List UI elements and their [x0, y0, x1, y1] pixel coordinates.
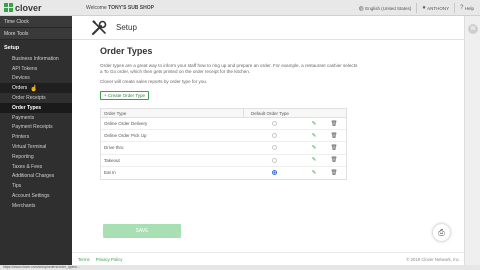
header-title: Setup — [116, 23, 137, 32]
trash-icon[interactable]: 🗑 — [324, 121, 344, 127]
terms-link[interactable]: Terms — [78, 257, 90, 262]
edit-icon[interactable]: ✎ — [304, 121, 324, 127]
logo-text: clover — [15, 2, 42, 13]
trash-icon[interactable]: 🗑 — [324, 145, 344, 151]
sidebar-item-orders[interactable]: Orders ☝ — [0, 83, 72, 94]
sidebar-item-virtual-terminal[interactable]: Virtual Terminal — [0, 142, 72, 152]
divider — [454, 3, 456, 13]
sidebar-item-payment-receipts[interactable]: Payment Receipts — [0, 123, 72, 133]
user-icon: ● — [422, 5, 426, 11]
column-header-order-type: Order Type — [101, 108, 244, 118]
print-icon[interactable]: ⎙ — [433, 224, 450, 241]
edit-icon[interactable]: ✎ — [304, 133, 324, 139]
table-row: Drive thru ✎ 🗑 — [101, 142, 346, 155]
table-row: Online Order Pick Up ✎ 🗑 — [101, 130, 346, 143]
sidebar-item-api-tokens[interactable]: API Tokens — [0, 64, 72, 74]
divider — [416, 3, 418, 13]
sidebar-item-label: Orders — [12, 85, 28, 92]
avatar[interactable]: W — [468, 24, 478, 34]
right-gutter: W — [464, 16, 480, 265]
merchant-name: TONY'S SUB SHOP — [108, 4, 154, 11]
save-button[interactable]: SAVE — [103, 224, 181, 238]
user-menu[interactable]: ANTHONY — [427, 6, 449, 11]
sidebar-item-payments[interactable]: Payments — [0, 113, 72, 123]
sidebar-item-printers[interactable]: Printers — [0, 132, 72, 142]
sidebar-item-devices[interactable]: Devices — [0, 74, 72, 84]
description-sales-reports: Clover will create sales reports by orde… — [100, 79, 208, 84]
create-order-type-button[interactable]: + Create Order Type — [100, 91, 150, 100]
setup-header: Setup — [72, 16, 464, 40]
default-radio[interactable] — [271, 145, 277, 151]
welcome-message: Welcome TONY'S SUB SHOP — [86, 5, 154, 11]
clover-logo[interactable]: clover — [4, 3, 72, 13]
table-row: Eat In ✎ 🗑 — [101, 167, 346, 179]
privacy-policy-link[interactable]: Privacy Policy — [96, 257, 123, 262]
globe-icon: ◍ — [358, 5, 364, 12]
sidebar-item-additional-charges[interactable]: Additional Charges — [0, 172, 72, 182]
order-type-name: Online Order Delivery — [104, 121, 148, 127]
description: Order types are a great way to inform yo… — [100, 63, 358, 74]
order-type-name: Online Order Pick Up — [104, 133, 147, 139]
trash-icon[interactable]: 🗑 — [324, 170, 344, 176]
sidebar-item-merchants[interactable]: Merchants — [0, 201, 72, 211]
order-types-content: Order Types Order types are a great way … — [100, 46, 430, 180]
tools-icon — [90, 19, 108, 37]
help-icon: ? — [460, 5, 464, 11]
trash-icon[interactable]: 🗑 — [324, 157, 344, 163]
order-type-name: Drive thru — [104, 145, 124, 151]
language-selector[interactable]: English (United States) — [365, 6, 411, 11]
sidebar-item-reporting[interactable]: Reporting — [0, 152, 72, 162]
column-header-default: Default Order Type — [251, 110, 289, 116]
welcome-prefix: Welcome — [86, 4, 107, 11]
table-header: Order Type Default Order Type — [101, 108, 346, 118]
sidebar-item-account-settings[interactable]: Account Settings — [0, 191, 72, 201]
copyright: © 2019 Clover Network, Inc. — [406, 256, 460, 262]
clover-logo-icon — [4, 3, 13, 12]
default-radio-selected[interactable] — [271, 170, 277, 176]
main-panel: Setup Order Types Order types are a grea… — [72, 16, 464, 265]
pointer-cursor-icon: ☝ — [30, 85, 38, 92]
table-row: Online Order Delivery ✎ 🗑 — [101, 118, 346, 131]
sidebar-item-time-clock[interactable]: Time Clock — [0, 16, 72, 28]
order-type-name: Eat In — [104, 170, 116, 176]
edit-icon[interactable]: ✎ — [304, 157, 324, 163]
sidebar-item-order-types[interactable]: Order Types — [0, 102, 72, 113]
trash-icon[interactable]: 🗑 — [324, 133, 344, 139]
table-row: Takeout ✎ 🗑 — [101, 155, 346, 167]
edit-icon[interactable]: ✎ — [304, 170, 324, 176]
sidebar-item-business-information[interactable]: Business Information — [0, 54, 72, 64]
top-bar: clover Welcome TONY'S SUB SHOP ◍ English… — [0, 0, 480, 16]
default-radio[interactable] — [271, 157, 277, 163]
page-title: Order Types — [100, 46, 153, 56]
edit-icon[interactable]: ✎ — [304, 145, 324, 151]
sidebar-section-setup[interactable]: Setup — [0, 42, 72, 54]
sidebar-item-taxes-fees[interactable]: Taxes & Fees — [0, 162, 72, 172]
sidebar: Time Clock More Tools Setup Business Inf… — [0, 16, 72, 265]
default-radio[interactable] — [271, 121, 277, 127]
default-radio[interactable] — [271, 133, 277, 139]
sidebar-item-more-tools[interactable]: More Tools — [0, 28, 72, 40]
order-type-name: Takeout — [104, 157, 120, 163]
sidebar-item-tips[interactable]: Tips — [0, 181, 72, 191]
sidebar-item-order-receipts[interactable]: Order Receipts — [0, 93, 72, 103]
browser-status-url: https://www.clover.com/setup/orders/orde… — [0, 265, 480, 270]
help-link[interactable]: Help — [465, 6, 474, 11]
order-types-table: Order Type Default Order Type Online Ord… — [100, 108, 347, 180]
footer: Terms Privacy Policy © 2019 Clover Netwo… — [72, 252, 464, 265]
top-right-controls: ◍ English (United States) ● ANTHONY ? He… — [359, 0, 474, 16]
